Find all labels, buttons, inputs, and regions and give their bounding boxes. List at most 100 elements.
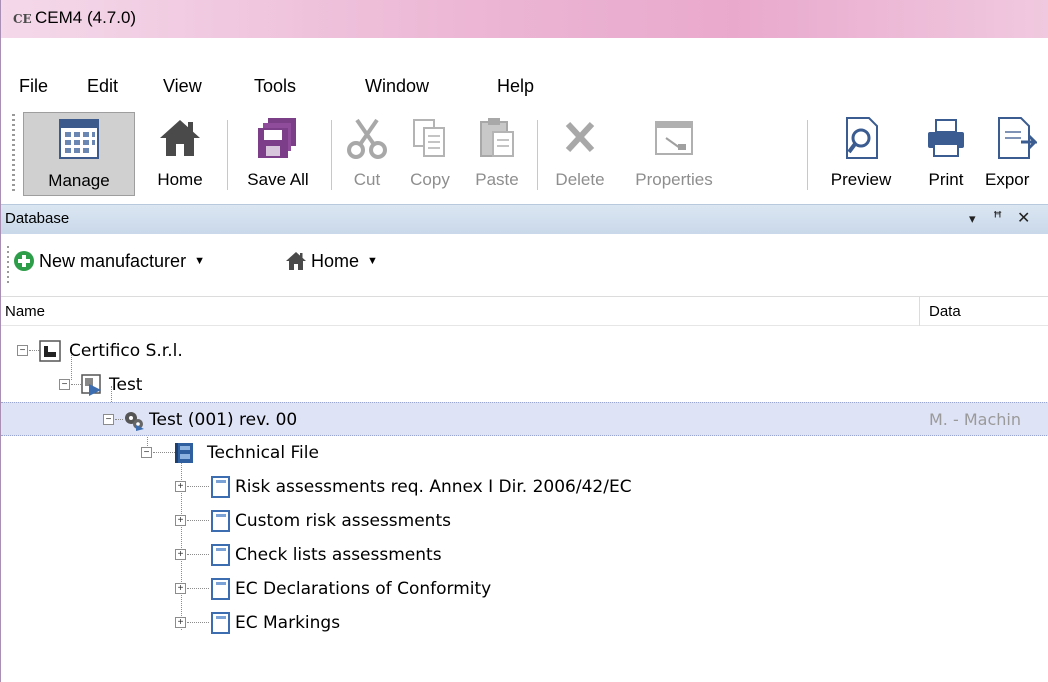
database-panel-title: Database xyxy=(5,210,70,227)
export-button[interactable]: Expor xyxy=(981,112,1048,196)
column-header-data[interactable]: Data xyxy=(929,303,961,320)
menu-file[interactable]: File xyxy=(19,76,48,97)
technical-file-icon xyxy=(175,443,193,463)
export-icon xyxy=(998,117,1037,159)
column-header-name[interactable]: Name xyxy=(5,303,45,320)
title-bar[interactable]: CE CEM4 (4.7.0) xyxy=(1,0,1048,38)
tree-node-label: Technical File xyxy=(207,443,319,463)
tree-row-machine-selected[interactable]: − Test (001) rev. 00 M. - Machin xyxy=(1,402,1048,436)
print-label: Print xyxy=(928,170,964,189)
paste-icon xyxy=(480,118,514,157)
app-window: CE CEM4 (4.7.0) File Edit View Tools Win… xyxy=(0,0,1048,682)
copy-label: Copy xyxy=(410,170,450,189)
tree-node-label: Check lists assessments xyxy=(235,545,442,565)
paste-button[interactable]: Paste xyxy=(463,112,531,196)
home-icon xyxy=(160,120,200,156)
tree-connector xyxy=(187,520,209,521)
menu-tools[interactable]: Tools xyxy=(254,76,296,97)
chevron-down-icon[interactable]: ▼ xyxy=(194,255,205,267)
gears-icon xyxy=(125,412,144,431)
properties-window-icon xyxy=(655,121,693,155)
cut-label: Cut xyxy=(353,170,381,189)
tree-connector xyxy=(187,554,209,555)
toolbar-grip[interactable] xyxy=(7,246,9,286)
home-icon xyxy=(286,252,306,271)
expand-icon[interactable]: + xyxy=(175,515,186,526)
new-manufacturer-label: New manufacturer xyxy=(39,250,187,271)
tree-connector xyxy=(71,384,81,385)
pin-icon[interactable]: ꟸ xyxy=(993,208,1002,228)
collapse-icon[interactable]: − xyxy=(103,414,114,425)
copy-icon xyxy=(413,119,445,157)
chevron-down-icon[interactable]: ▼ xyxy=(367,255,378,267)
tree-node-label: Risk assessments req. Annex I Dir. 2006/… xyxy=(235,477,632,497)
collapse-icon[interactable]: − xyxy=(17,345,28,356)
preview-magnifier-icon xyxy=(846,117,878,159)
tree-node-label: Certifico S.r.l. xyxy=(69,341,183,361)
properties-button[interactable]: Properties xyxy=(619,112,729,196)
tree-row-folder[interactable]: + Custom risk assessments xyxy=(1,504,1048,538)
tree-row-folder[interactable]: + EC Declarations of Conformity xyxy=(1,572,1048,606)
cut-button[interactable]: Cut xyxy=(335,112,399,196)
menu-window[interactable]: Window xyxy=(365,76,429,97)
tree-column-header: Name Data xyxy=(1,296,1048,327)
toolbar-separator xyxy=(227,120,228,190)
panel-dropdown-icon[interactable]: ▾ xyxy=(969,211,976,227)
tree-connector xyxy=(153,452,175,453)
folder-binder-icon xyxy=(211,544,230,566)
scissors-icon xyxy=(347,118,387,159)
tree-connector xyxy=(187,486,209,487)
calendar-grid-icon xyxy=(59,119,99,159)
preview-button[interactable]: Preview xyxy=(813,112,909,196)
expand-icon[interactable]: + xyxy=(175,617,186,628)
delete-button[interactable]: Delete xyxy=(541,112,619,196)
manufacturer-icon xyxy=(39,340,61,362)
toolbar-grip[interactable] xyxy=(12,114,15,194)
tree-node-label: Test (001) rev. 00 xyxy=(149,410,298,430)
menu-edit[interactable]: Edit xyxy=(87,76,118,97)
tree-row-folder[interactable]: + Risk assessments req. Annex I Dir. 200… xyxy=(1,470,1048,504)
toolbar-separator xyxy=(537,120,538,190)
home-dropdown-label: Home xyxy=(311,250,360,271)
save-all-label: Save All xyxy=(247,170,309,189)
expand-icon[interactable]: + xyxy=(175,481,186,492)
menu-view[interactable]: View xyxy=(163,76,202,97)
tree-row-technical-file[interactable]: − Technical File xyxy=(1,436,1048,470)
tree-row-folder[interactable]: + Check lists assessments xyxy=(1,538,1048,572)
database-panel-header: Database ▾ ꟸ ✕ xyxy=(1,204,1048,234)
tree-row-manufacturer[interactable]: − Certifico S.r.l. xyxy=(1,334,1048,368)
database-toolbar: New manufacturer ▼ Home ▼ xyxy=(1,234,1048,296)
print-button[interactable]: Print xyxy=(915,112,977,196)
app-logo-icon: CE xyxy=(13,12,32,26)
close-icon[interactable]: ✕ xyxy=(1017,208,1030,228)
folder-binder-icon xyxy=(211,476,230,498)
menu-help[interactable]: Help xyxy=(497,76,534,97)
preview-label: Preview xyxy=(830,170,892,189)
save-all-icon xyxy=(258,118,296,158)
manage-button[interactable]: Manage xyxy=(23,112,135,196)
expand-icon[interactable]: + xyxy=(175,583,186,594)
tree-node-label: EC Declarations of Conformity xyxy=(235,579,492,599)
tree-connector xyxy=(115,419,123,420)
properties-label: Properties xyxy=(635,170,713,189)
home-dropdown-button[interactable]: Home ▼ xyxy=(285,250,378,278)
collapse-icon[interactable]: − xyxy=(141,447,152,458)
new-manufacturer-button[interactable]: New manufacturer ▼ xyxy=(13,250,205,278)
export-label: Expor xyxy=(985,170,1030,189)
tree-row-folder[interactable]: + EC Markings xyxy=(1,606,1048,640)
tree-row-product[interactable]: − Test xyxy=(1,368,1048,402)
expand-icon[interactable]: + xyxy=(175,549,186,560)
printer-icon xyxy=(928,119,964,157)
toolbar-separator xyxy=(807,120,808,190)
toolbar-separator xyxy=(331,120,332,190)
save-all-button[interactable]: Save All xyxy=(229,112,327,196)
copy-button[interactable]: Copy xyxy=(397,112,463,196)
column-divider[interactable] xyxy=(919,297,920,327)
home-label: Home xyxy=(157,170,203,189)
home-button[interactable]: Home xyxy=(137,112,223,196)
collapse-icon[interactable]: − xyxy=(59,379,70,390)
folder-binder-icon xyxy=(211,510,230,532)
tree-node-label: Test xyxy=(109,375,143,395)
tree-connector xyxy=(29,350,39,351)
paste-label: Paste xyxy=(475,170,519,189)
